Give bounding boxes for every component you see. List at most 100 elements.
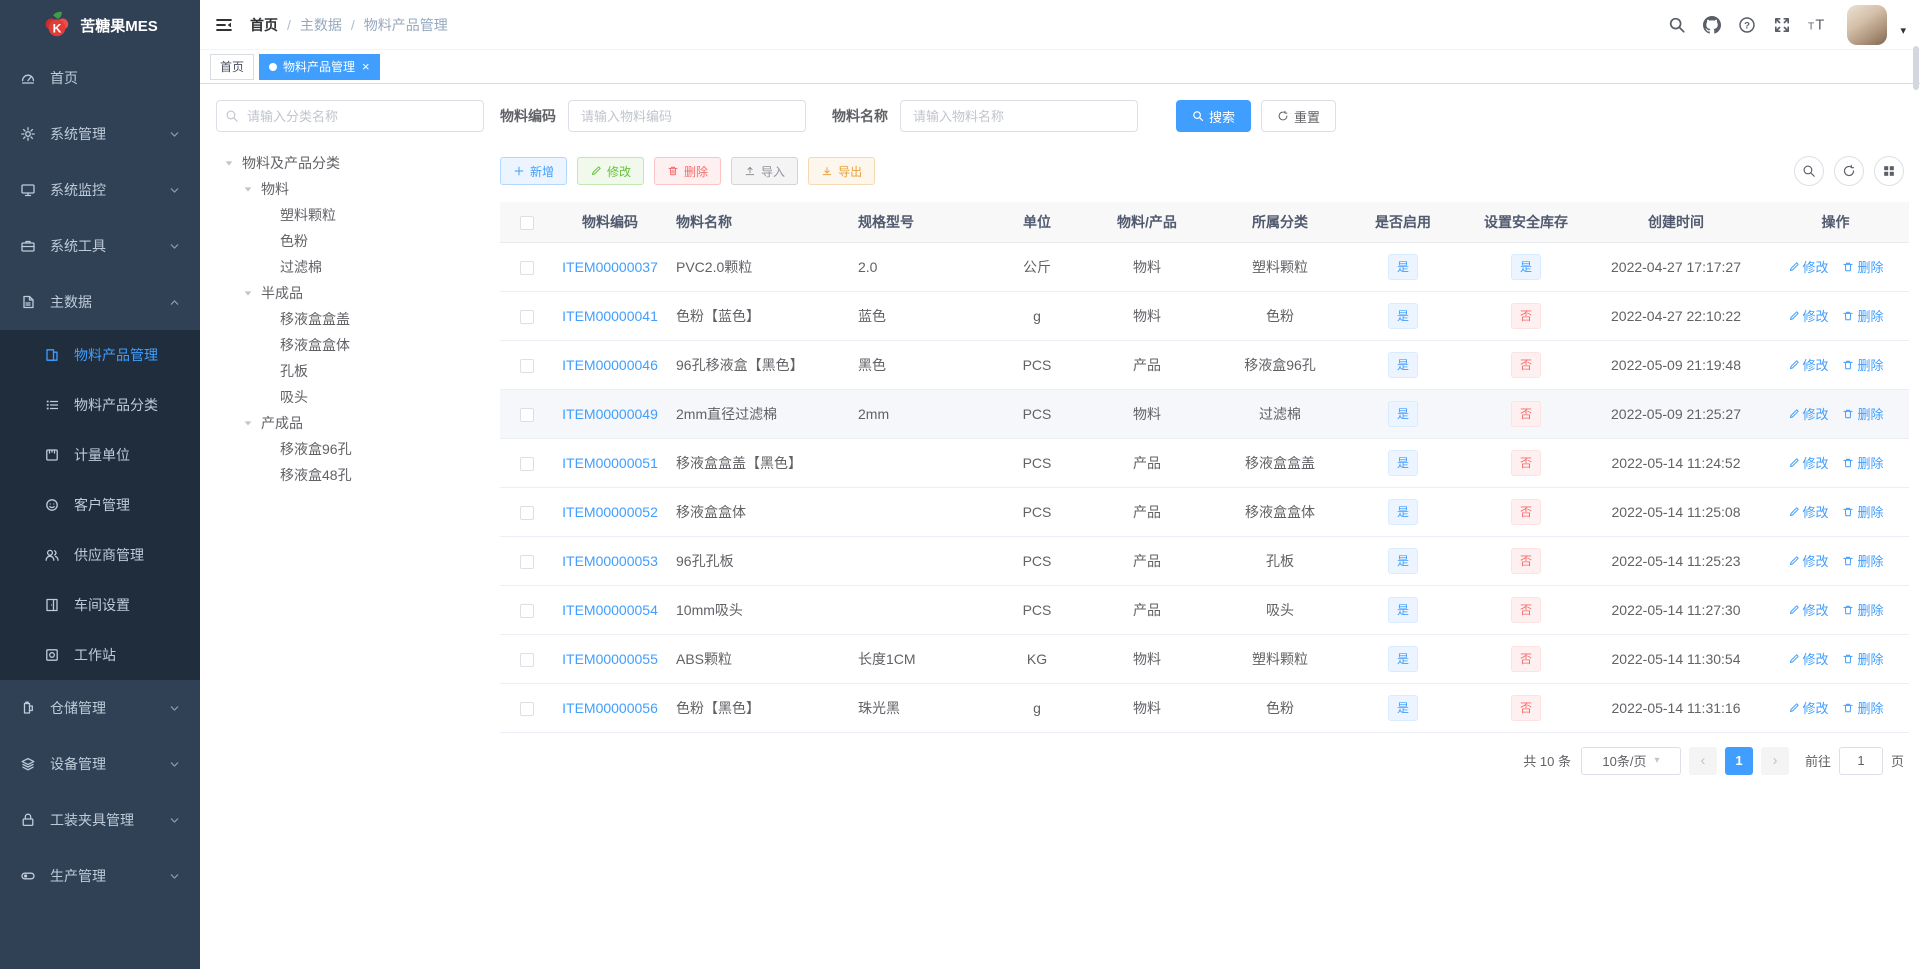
row-edit-link[interactable]: 修改 [1788, 502, 1829, 521]
sidebar-item-measure-unit[interactable]: 计量单位 [0, 430, 200, 480]
tree-node[interactable]: 物料 [216, 176, 484, 202]
scrollbar-thumb[interactable] [1913, 46, 1919, 90]
reset-button[interactable]: 重置 [1261, 100, 1337, 132]
row-checkbox[interactable] [520, 701, 534, 716]
next-page-button[interactable]: › [1760, 746, 1789, 775]
sidebar-item-system-tools[interactable]: 系统工具 [0, 218, 200, 274]
user-avatar[interactable] [1847, 4, 1888, 45]
row-edit-link[interactable]: 修改 [1788, 355, 1829, 374]
row-checkbox[interactable] [520, 407, 534, 422]
row-delete-link[interactable]: 删除 [1842, 257, 1883, 276]
sidebar-item-home[interactable]: 首页 [0, 50, 200, 106]
import-button[interactable]: 导入 [731, 157, 799, 185]
sidebar-item-master-data[interactable]: 主数据 [0, 274, 200, 330]
row-checkbox[interactable] [520, 554, 534, 569]
sidebar-item-warehouse-manage[interactable]: 仓储管理 [0, 680, 200, 736]
search-icon[interactable] [1666, 14, 1688, 36]
material-code-input[interactable] [568, 100, 806, 132]
row-delete-link[interactable]: 删除 [1842, 306, 1883, 325]
select-all-checkbox[interactable] [520, 215, 534, 230]
sidebar-item-supplier-manage[interactable]: 供应商管理 [0, 530, 200, 580]
breadcrumb-master-data[interactable]: 主数据 [300, 15, 342, 35]
row-edit-link[interactable]: 修改 [1788, 698, 1829, 717]
close-icon[interactable]: × [362, 60, 370, 73]
delete-button[interactable]: 删除 [654, 157, 722, 185]
github-icon[interactable] [1701, 14, 1723, 36]
caret-down-icon[interactable] [243, 288, 261, 298]
sidebar-item-workshop-settings[interactable]: 车间设置 [0, 580, 200, 630]
page-size-select[interactable]: 10条/页 ▾ [1580, 746, 1681, 775]
tab-home[interactable]: 首页 [210, 53, 255, 80]
prev-page-button[interactable]: ‹ [1688, 746, 1717, 775]
material-code-link[interactable]: ITEM00000052 [562, 504, 658, 520]
sidebar-item-customer-manage[interactable]: 客户管理 [0, 480, 200, 530]
sidebar-collapse-icon[interactable] [214, 15, 234, 35]
row-edit-link[interactable]: 修改 [1788, 306, 1829, 325]
tab-material-product-manage[interactable]: 物料产品管理 × [259, 53, 380, 80]
avatar-caret-down-icon[interactable]: ▾ [1900, 24, 1906, 37]
row-checkbox[interactable] [520, 603, 534, 618]
search-button[interactable]: 搜索 [1176, 100, 1252, 132]
caret-down-icon[interactable] [243, 418, 261, 428]
tree-node[interactable]: 半成品 [216, 280, 484, 306]
row-checkbox[interactable] [520, 358, 534, 373]
page-number-button[interactable]: 1 [1724, 746, 1753, 775]
sidebar-item-system-monitor[interactable]: 系统监控 [0, 162, 200, 218]
export-button[interactable]: 导出 [808, 157, 876, 185]
columns-grid-button[interactable] [1874, 156, 1904, 186]
sidebar-item-production-manage[interactable]: 生产管理 [0, 848, 200, 904]
tree-node[interactable]: 孔板 [216, 358, 484, 384]
material-code-link[interactable]: ITEM00000056 [562, 700, 658, 716]
sidebar-item-system-manage[interactable]: 系统管理 [0, 106, 200, 162]
show-search-toggle-button[interactable] [1794, 156, 1824, 186]
goto-page-input[interactable] [1838, 746, 1883, 775]
row-edit-link[interactable]: 修改 [1788, 551, 1829, 570]
material-code-link[interactable]: ITEM00000041 [562, 308, 658, 324]
tree-node[interactable]: 物料及产品分类 [216, 150, 484, 176]
tree-node[interactable]: 吸头 [216, 384, 484, 410]
row-checkbox[interactable] [520, 652, 534, 667]
help-icon[interactable]: ? [1736, 14, 1758, 36]
row-delete-link[interactable]: 删除 [1842, 453, 1883, 472]
font-size-icon[interactable]: TT [1806, 14, 1828, 36]
tree-node[interactable]: 移液盒96孔 [216, 436, 484, 462]
sidebar-item-material-product-manage[interactable]: 物料产品管理 [0, 330, 200, 380]
material-name-input[interactable] [900, 100, 1138, 132]
tree-node[interactable]: 移液盒盒体 [216, 332, 484, 358]
tree-node[interactable]: 过滤棉 [216, 254, 484, 280]
row-delete-link[interactable]: 删除 [1842, 355, 1883, 374]
tree-node[interactable]: 产成品 [216, 410, 484, 436]
row-edit-link[interactable]: 修改 [1788, 649, 1829, 668]
breadcrumb-home[interactable]: 首页 [250, 15, 278, 35]
row-delete-link[interactable]: 删除 [1842, 649, 1883, 668]
material-code-link[interactable]: ITEM00000053 [562, 553, 658, 569]
sidebar-item-workstation[interactable]: 工作站 [0, 630, 200, 680]
fullscreen-icon[interactable] [1771, 14, 1793, 36]
sidebar-item-fixture-manage[interactable]: 工装夹具管理 [0, 792, 200, 848]
row-delete-link[interactable]: 删除 [1842, 551, 1883, 570]
category-search-input[interactable] [216, 100, 484, 132]
material-code-link[interactable]: ITEM00000037 [562, 259, 658, 275]
row-delete-link[interactable]: 删除 [1842, 404, 1883, 423]
row-edit-link[interactable]: 修改 [1788, 453, 1829, 472]
tree-node[interactable]: 色粉 [216, 228, 484, 254]
row-delete-link[interactable]: 删除 [1842, 600, 1883, 619]
tree-node[interactable]: 移液盒48孔 [216, 462, 484, 488]
material-code-link[interactable]: ITEM00000046 [562, 357, 658, 373]
sidebar-item-material-product-category[interactable]: 物料产品分类 [0, 380, 200, 430]
material-code-link[interactable]: ITEM00000054 [562, 602, 658, 618]
row-checkbox[interactable] [520, 260, 534, 275]
tree-node[interactable]: 塑料颗粒 [216, 202, 484, 228]
refresh-button[interactable] [1834, 156, 1864, 186]
row-edit-link[interactable]: 修改 [1788, 600, 1829, 619]
sidebar-item-equipment-manage[interactable]: 设备管理 [0, 736, 200, 792]
caret-down-icon[interactable] [243, 184, 261, 194]
row-delete-link[interactable]: 删除 [1842, 502, 1883, 521]
row-edit-link[interactable]: 修改 [1788, 404, 1829, 423]
edit-button[interactable]: 修改 [577, 157, 645, 185]
material-code-link[interactable]: ITEM00000055 [562, 651, 658, 667]
caret-down-icon[interactable] [224, 158, 242, 168]
row-checkbox[interactable] [520, 456, 534, 471]
row-checkbox[interactable] [520, 505, 534, 520]
add-button[interactable]: 新增 [500, 157, 568, 185]
